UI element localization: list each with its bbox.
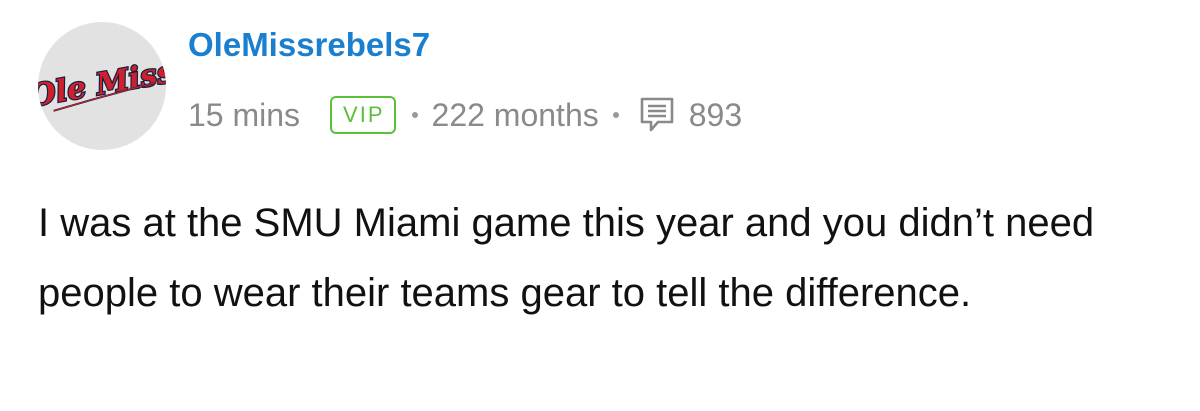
message-count: 893 bbox=[688, 96, 743, 133]
comment-icon bbox=[637, 95, 677, 135]
ole-miss-logo: Ole Miss bbox=[38, 53, 166, 115]
separator-dot bbox=[612, 112, 619, 118]
membership-duration: 222 months bbox=[431, 96, 599, 133]
post-timestamp: 15 mins bbox=[188, 96, 301, 133]
forum-post: Ole Miss OleMissrebels7 15 mins VIP 222 … bbox=[0, 0, 1200, 411]
post-body: I was at the SMU Miami game this year an… bbox=[38, 201, 1095, 315]
username-link[interactable]: OleMissrebels7 bbox=[188, 26, 430, 64]
separator-dot bbox=[411, 112, 418, 118]
vip-badge: VIP bbox=[330, 96, 396, 134]
post-meta: 15 mins VIP 222 months 893 bbox=[188, 92, 742, 138]
avatar[interactable]: Ole Miss bbox=[38, 22, 166, 150]
